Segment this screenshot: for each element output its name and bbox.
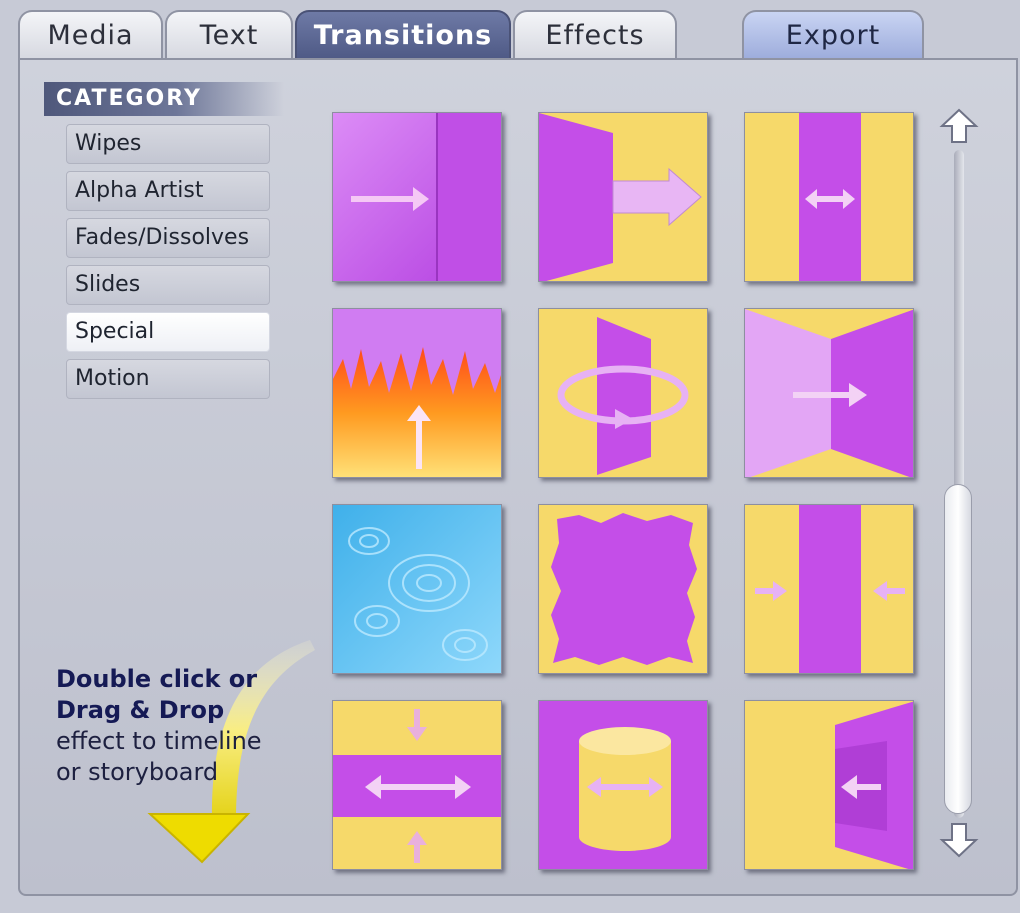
page-rotate-icon <box>539 309 707 477</box>
door-slide-right-icon <box>539 113 707 281</box>
scroll-up-button[interactable] <box>936 106 982 146</box>
tab-export[interactable]: Export <box>742 10 924 58</box>
arrow-up-icon <box>939 108 979 143</box>
scroll-down-button[interactable] <box>936 820 982 860</box>
hint-line-3: effect to timeline <box>56 727 262 755</box>
category-item-special[interactable]: Special <box>66 312 270 352</box>
wipe-right-icon <box>333 113 501 281</box>
arrow-down-icon <box>939 823 979 858</box>
water-ripple-icon <box>333 505 501 673</box>
horizontal-band-icon <box>333 701 501 869</box>
bow-tie-right-icon <box>745 309 913 477</box>
tab-text[interactable]: Text <box>165 10 293 58</box>
transition-thumb-2[interactable] <box>538 112 708 282</box>
scroll-thumb[interactable] <box>944 484 972 814</box>
category-item-fades-dissolves[interactable]: Fades/Dissolves <box>66 218 270 258</box>
transition-thumb-1[interactable] <box>332 112 502 282</box>
category-item-motion[interactable]: Motion <box>66 359 270 399</box>
center-stretch-icon <box>745 113 913 281</box>
torn-paper-icon <box>539 505 707 673</box>
transition-thumb-6[interactable] <box>744 308 914 478</box>
transition-thumb-10[interactable] <box>332 700 502 870</box>
transition-thumb-12[interactable] <box>744 700 914 870</box>
tab-transitions-label: Transitions <box>313 19 493 51</box>
category-item-alpha-artist[interactable]: Alpha Artist <box>66 171 270 211</box>
vertical-scrollbar[interactable] <box>936 106 982 862</box>
transition-thumb-11[interactable] <box>538 700 708 870</box>
transition-thumb-4[interactable] <box>332 308 502 478</box>
category-list: Wipes Alpha Artist Fades/Dissolves Slide… <box>66 124 270 406</box>
door-slide-left-icon <box>745 701 913 869</box>
category-item-slides[interactable]: Slides <box>66 265 270 305</box>
category-item-wipes[interactable]: Wipes <box>66 124 270 164</box>
transition-thumb-5[interactable] <box>538 308 708 478</box>
tab-effects[interactable]: Effects <box>513 10 677 58</box>
transition-thumb-9[interactable] <box>744 504 914 674</box>
tab-transitions[interactable]: Transitions <box>295 10 511 58</box>
cylinder-rotate-icon <box>539 701 707 869</box>
tab-effects-label: Effects <box>545 19 645 51</box>
category-header: CATEGORY <box>44 82 284 116</box>
tab-export-label: Export <box>785 19 881 51</box>
tab-media[interactable]: Media <box>18 10 163 58</box>
transition-thumb-3[interactable] <box>744 112 914 282</box>
transition-thumb-7[interactable] <box>332 504 502 674</box>
tab-text-label: Text <box>199 19 259 51</box>
transition-thumb-8[interactable] <box>538 504 708 674</box>
tab-media-label: Media <box>47 19 134 51</box>
squeeze-center-icon <box>745 505 913 673</box>
hint-line-4: or storyboard <box>56 758 219 786</box>
drag-hint: Double click or Drag & Drop effect to ti… <box>56 664 316 788</box>
tab-bar: Media Text Transitions Effects Export <box>0 0 1020 60</box>
hint-line-2: Drag & Drop <box>56 696 225 724</box>
hint-line-1: Double click or <box>56 665 258 693</box>
flame-up-icon <box>333 309 501 477</box>
